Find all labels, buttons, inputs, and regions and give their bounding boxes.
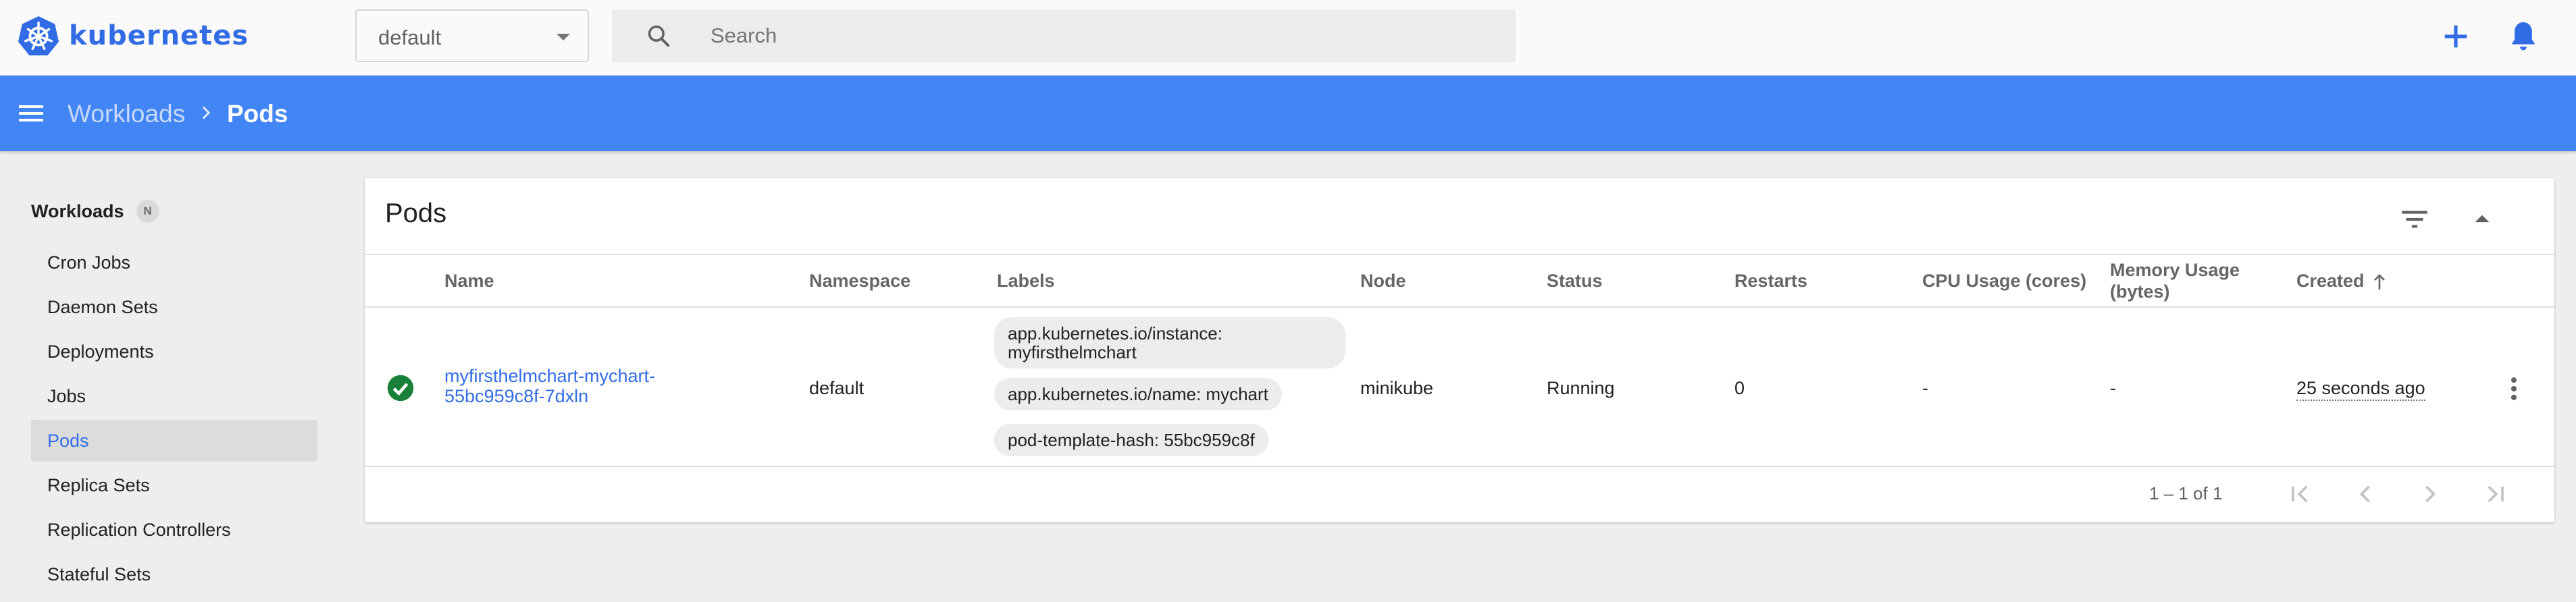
sidebar-section-label: Workloads <box>31 200 124 221</box>
pod-namespace: default <box>809 378 865 398</box>
brand-name: kubernetes <box>69 20 249 51</box>
label-chip: app.kubernetes.io/name: mychart <box>994 378 1282 410</box>
bell-icon[interactable] <box>2504 18 2542 55</box>
sidebar-item-daemon-sets[interactable]: Daemon Sets <box>31 286 317 328</box>
namespace-value: default <box>378 26 442 49</box>
sidebar-item-replica-sets[interactable]: Replica Sets <box>31 464 317 506</box>
pods-card: Pods Name Namespace Labels Node Status R… <box>365 178 2554 522</box>
column-header-status[interactable]: Status <box>1547 270 1603 292</box>
kubernetes-helm-icon <box>18 16 59 56</box>
column-header-created[interactable]: Created <box>2296 270 2388 292</box>
pod-created: 25 seconds ago <box>2296 378 2425 401</box>
breadcrumb-bar: Workloads Pods <box>0 76 2576 151</box>
pod-node: minikube <box>1360 378 1434 398</box>
sidebar-item-label: Jobs <box>47 386 86 406</box>
namespaced-badge: N <box>136 200 159 223</box>
column-header-restarts[interactable]: Restarts <box>1734 270 1807 292</box>
pagination-range: 1 – 1 of 1 <box>2149 483 2223 503</box>
column-header-cpu[interactable]: CPU Usage (cores) <box>1922 270 2086 292</box>
breadcrumb-workloads[interactable]: Workloads <box>68 100 185 128</box>
label-chip: app.kubernetes.io/instance: myfirsthelmc… <box>994 317 1345 368</box>
sidebar-item-label: Replication Controllers <box>47 520 231 540</box>
first-page-icon[interactable] <box>2286 479 2315 509</box>
plus-icon[interactable] <box>2437 18 2475 55</box>
previous-page-icon[interactable] <box>2350 479 2380 509</box>
sidebar-item-replication-controllers[interactable]: Replication Controllers <box>31 509 317 551</box>
kubernetes-logo[interactable]: kubernetes <box>18 15 249 57</box>
sidebar-item-label: Replica Sets <box>47 475 150 495</box>
divider <box>365 254 2554 255</box>
pod-status: Running <box>1547 378 1615 398</box>
column-header-created-label: Created <box>2296 271 2365 291</box>
sidebar-item-jobs[interactable]: Jobs <box>31 375 317 417</box>
sidebar-item-label: Cron Jobs <box>47 252 131 273</box>
breadcrumb-current: Pods <box>227 100 288 128</box>
pod-restarts: 0 <box>1734 378 1745 398</box>
sidebar-item-label: Pods <box>47 431 89 451</box>
column-header-name[interactable]: Name <box>444 270 494 292</box>
card-title: Pods <box>385 198 447 228</box>
divider <box>365 466 2554 467</box>
pod-memory: - <box>2110 378 2116 398</box>
check-circle-icon <box>387 375 414 402</box>
sidebar-item-pods[interactable]: Pods <box>31 420 317 462</box>
sidebar-item-label: Deployments <box>47 341 154 362</box>
next-page-icon[interactable] <box>2415 479 2445 509</box>
column-header-labels: Labels <box>997 271 1055 291</box>
column-header-node[interactable]: Node <box>1360 270 1406 292</box>
sidebar-item-stateful-sets[interactable]: Stateful Sets <box>31 553 317 595</box>
filter-icon[interactable] <box>2398 202 2431 236</box>
dropdown-arrow-icon <box>557 34 570 40</box>
namespace-select[interactable]: default <box>355 9 589 62</box>
pod-cpu: - <box>1922 378 1928 398</box>
arrow-up-icon <box>2373 274 2385 290</box>
menu-icon[interactable] <box>15 97 47 130</box>
last-page-icon[interactable] <box>2480 479 2510 509</box>
sidebar-item-label: Stateful Sets <box>47 564 151 584</box>
sidebar-section-workloads[interactable]: Workloads N <box>31 200 159 223</box>
chevron-right-icon <box>202 106 211 119</box>
column-header-namespace[interactable]: Namespace <box>809 270 910 292</box>
top-header: kubernetes default <box>0 0 2576 76</box>
sidebar-item-cron-jobs[interactable]: Cron Jobs <box>31 242 317 283</box>
sidebar-item-deployments[interactable]: Deployments <box>31 331 317 373</box>
search-input[interactable] <box>711 19 1453 53</box>
sidebar-item-label: Daemon Sets <box>47 297 158 317</box>
pod-name-link[interactable]: myfirsthelmchart-mychart-55bc959c8f-7dxl… <box>444 366 715 406</box>
label-chip: pod-template-hash: 55bc959c8f <box>994 424 1268 456</box>
more-vert-icon[interactable] <box>2499 374 2529 404</box>
search-bar[interactable] <box>612 9 1516 62</box>
collapse-icon[interactable] <box>2465 202 2499 236</box>
divider <box>365 306 2554 308</box>
column-header-memory[interactable]: Memory Usage (bytes) <box>2110 259 2286 302</box>
search-icon <box>648 25 670 47</box>
